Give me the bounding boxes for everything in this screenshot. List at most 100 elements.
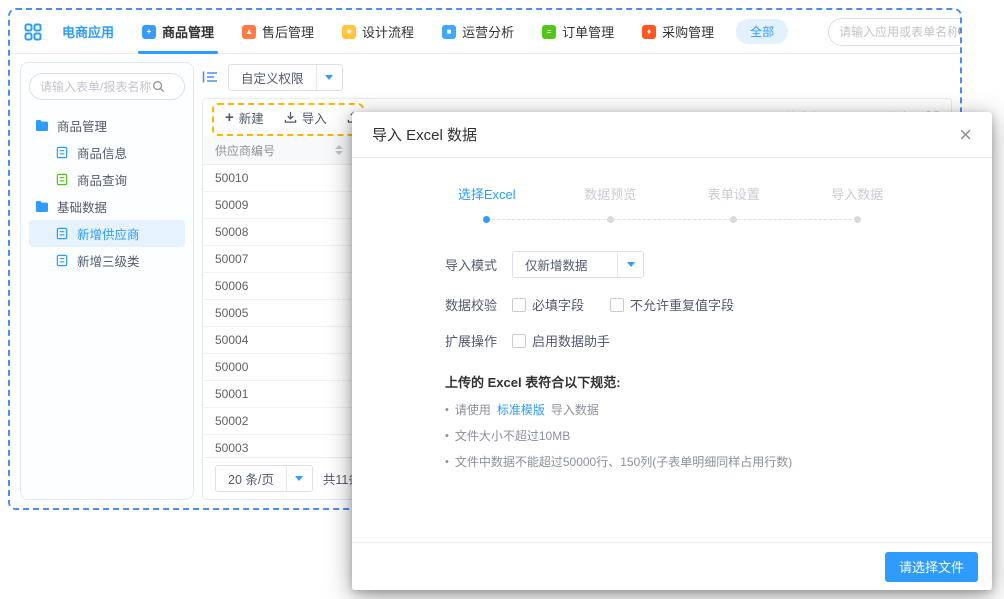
step-dot: [607, 216, 614, 223]
app-search-input[interactable]: [839, 25, 957, 39]
upload-rules: 上传的 Excel 表符合以下规范: • 请使用 标准模版 导入数据 • 文件大…: [445, 372, 992, 479]
import-mode-row: 导入模式 仅新增数据: [445, 251, 992, 278]
tab-operation-analysis[interactable]: ■ 运营分析: [436, 10, 520, 54]
page-size-select[interactable]: 20 条/页: [215, 465, 313, 492]
page-size-value: 20 条/页: [216, 469, 286, 488]
sidebar-item-product-info[interactable]: 商品信息: [29, 139, 185, 166]
step-dot: [730, 216, 737, 223]
validation-row: 数据校验 必填字段 不允许重复值字段: [445, 295, 992, 314]
step-import-data: 导入数据: [796, 184, 920, 223]
step-dot: [483, 216, 490, 223]
import-mode-label: 导入模式: [445, 255, 512, 274]
app-search-box[interactable]: [828, 18, 962, 46]
required-fields-checkbox[interactable]: 必填字段: [512, 295, 584, 314]
tree-label: 商品管理: [57, 116, 107, 135]
new-button-label: 新建: [239, 108, 264, 127]
extend-label: 扩展操作: [445, 331, 512, 350]
cell-supplier-id: 50009: [203, 198, 353, 212]
tab-label: 采购管理: [662, 22, 714, 41]
view-row: 自定义权限: [202, 62, 952, 92]
tab-aftersale-management[interactable]: ▲ 售后管理: [236, 10, 320, 54]
modal-title: 导入 Excel 数据: [372, 124, 477, 145]
checkbox-label: 启用数据助手: [532, 331, 610, 350]
rules-title: 上传的 Excel 表符合以下规范:: [445, 372, 992, 391]
cell-supplier-id: 50000: [203, 360, 353, 374]
tab-label: 设计流程: [362, 22, 414, 41]
form-search-box[interactable]: [29, 73, 185, 100]
form-search-input[interactable]: [40, 80, 152, 94]
cell-supplier-id: 50001: [203, 387, 353, 401]
tab-label: 运营分析: [462, 22, 514, 41]
operation-analysis-icon: ■: [442, 25, 456, 39]
rule-template: • 请使用 标准模版 导入数据: [445, 401, 992, 418]
import-button[interactable]: 导入: [284, 108, 327, 127]
permission-select[interactable]: 自定义权限: [228, 64, 343, 91]
import-mode-value: 仅新增数据: [513, 255, 617, 274]
cell-supplier-id: 50006: [203, 279, 353, 293]
caret-down-icon: [295, 476, 303, 481]
all-apps-badge[interactable]: 全部: [736, 19, 788, 44]
data-assistant-checkbox[interactable]: 启用数据助手: [512, 331, 610, 350]
no-duplicate-checkbox[interactable]: 不允许重复值字段: [610, 295, 734, 314]
aftersale-management-icon: ▲: [242, 25, 256, 39]
rule-text: 请使用: [455, 401, 491, 418]
cell-supplier-id: 50007: [203, 252, 353, 266]
folder-icon: [35, 200, 49, 213]
checkbox-label: 必填字段: [532, 295, 584, 314]
sort-icon[interactable]: [335, 145, 343, 155]
top-navigation: 电商应用 + 商品管理 ▲ 售后管理 ★ 设计流程 ■ 运营分析 = 订单管理: [10, 10, 960, 54]
collapse-icon[interactable]: [202, 70, 218, 84]
bullet-icon: •: [445, 430, 449, 442]
import-excel-modal: 导入 Excel 数据 × 选择Excel 数据预览 表单设置 导入数据: [352, 112, 992, 590]
product-management-icon: +: [142, 25, 156, 39]
tab-purchase-management[interactable]: ♦ 采购管理: [636, 10, 720, 54]
stepper-connector: [487, 219, 857, 220]
checkbox-label: 不允许重复值字段: [630, 295, 734, 314]
tree-label: 商品信息: [77, 143, 127, 162]
cell-supplier-id: 50010: [203, 171, 353, 185]
tab-product-management[interactable]: + 商品管理: [136, 10, 220, 54]
caret-box: [617, 252, 643, 277]
tree-label: 商品查询: [77, 170, 127, 189]
checkbox-icon: [512, 298, 526, 312]
rule-text: 文件大小不超过10MB: [455, 427, 570, 444]
cell-supplier-id: 50005: [203, 306, 353, 320]
extend-row: 扩展操作 启用数据助手: [445, 331, 992, 350]
tree-label: 基础数据: [57, 197, 107, 216]
rule-rowlimit: • 文件中数据不能超过50000行、150列(子表单明细同样占用行数): [445, 453, 992, 470]
step-label: 表单设置: [708, 184, 760, 203]
apps-grid-icon[interactable]: [24, 23, 42, 41]
step-label: 导入数据: [831, 184, 883, 203]
design-flow-icon: ★: [342, 25, 356, 39]
sidebar-folder-base-data[interactable]: 基础数据: [29, 193, 185, 220]
tab-design-flow[interactable]: ★ 设计流程: [336, 10, 420, 54]
sidebar-item-new-supplier[interactable]: 新增供应商: [29, 220, 185, 247]
modal-header: 导入 Excel 数据 ×: [352, 112, 992, 158]
app-name: 电商应用: [62, 22, 114, 41]
order-management-icon: =: [542, 25, 556, 39]
cell-supplier-id: 50008: [203, 225, 353, 239]
import-button-label: 导入: [302, 108, 327, 127]
doc-icon: [55, 227, 69, 240]
select-file-button[interactable]: 请选择文件: [885, 552, 978, 582]
tree-label: 新增供应商: [77, 224, 140, 243]
import-mode-select[interactable]: 仅新增数据: [512, 251, 644, 278]
standard-template-link[interactable]: 标准模版: [497, 401, 545, 418]
modal-footer: 请选择文件: [352, 542, 992, 590]
bullet-icon: •: [445, 456, 449, 468]
step-dot: [854, 216, 861, 223]
checkbox-icon: [512, 334, 526, 348]
column-header-supplier-id[interactable]: 供应商编号: [203, 142, 353, 159]
doc-icon-green: [55, 173, 69, 186]
tab-order-management[interactable]: = 订单管理: [536, 10, 620, 54]
new-button[interactable]: + 新建: [225, 108, 264, 127]
sidebar-item-new-category[interactable]: 新增三级类: [29, 247, 185, 274]
sidebar-folder-product-management[interactable]: 商品管理: [29, 112, 185, 139]
caret-box: [316, 65, 342, 90]
cell-supplier-id: 50003: [203, 441, 353, 455]
close-icon[interactable]: ×: [959, 124, 972, 146]
sidebar-item-product-query[interactable]: 商品查询: [29, 166, 185, 193]
permission-select-value: 自定义权限: [229, 68, 316, 87]
column-header-label: 供应商编号: [215, 142, 275, 159]
step-data-preview: 数据预览: [549, 184, 673, 223]
